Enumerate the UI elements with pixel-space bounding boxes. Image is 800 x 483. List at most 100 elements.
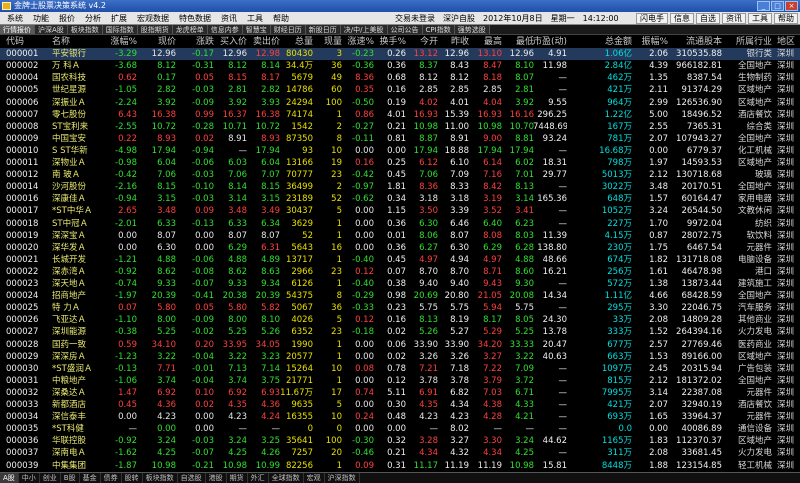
column-header[interactable]: 换手% bbox=[376, 36, 406, 48]
market-tab[interactable]: 债券 bbox=[101, 473, 122, 483]
table-row[interactable]: 000026 飞亚达Ａ -1.10 8.00 -0.09 8.00 8.10 4026 5 0.1… bbox=[0, 314, 800, 326]
menu-item[interactable]: 功能 bbox=[28, 12, 54, 25]
toolbar-button[interactable]: 帮助 bbox=[774, 13, 798, 24]
table-row[interactable]: 000020 深华发Ａ 0.00 6.30 0.00 6.29 6.31 5643 16 0.00… bbox=[0, 242, 800, 254]
table-row[interactable]: 000012 南 玻Ａ -0.42 7.06 -0.03 7.06 7.07 70777 23-… bbox=[0, 169, 800, 181]
market-tab[interactable]: 股转 bbox=[122, 473, 143, 483]
function-tab[interactable]: 财经日历 bbox=[270, 25, 306, 34]
table-row[interactable]: 000031 中粮地产 -1.06 3.74 -0.04 3.74 3.75 21771 1 0.… bbox=[0, 375, 800, 387]
table-row[interactable]: 000017 *ST中华Ａ 2.65 3.48 0.09 3.48 3.49 30437 5 0.… bbox=[0, 205, 800, 217]
function-tab[interactable]: 国际指数 bbox=[102, 25, 138, 34]
function-tab[interactable]: 智慧宝 bbox=[242, 25, 271, 34]
column-header[interactable]: 总量 bbox=[277, 36, 313, 48]
function-tab[interactable]: 行情报价 bbox=[0, 25, 35, 34]
column-header[interactable]: 最低 bbox=[502, 36, 534, 48]
menu-item[interactable]: 扩展 bbox=[106, 12, 132, 25]
column-header[interactable]: 涨跌 bbox=[180, 36, 214, 48]
function-tab[interactable]: 决/中/上美股 bbox=[340, 25, 388, 34]
minimize-icon[interactable]: _ bbox=[757, 1, 770, 11]
market-tab[interactable]: 全球指数 bbox=[269, 473, 304, 483]
market-tab[interactable]: 外汇 bbox=[248, 473, 269, 483]
table-row[interactable]: 000004 国农科技 0.62 0.17 0.05 8.15 8.17 5679 49 8.36… bbox=[0, 72, 800, 84]
function-tab[interactable]: 信息内参 bbox=[207, 25, 243, 34]
function-tab[interactable]: 板块指数 bbox=[67, 25, 103, 34]
table-row[interactable]: 000028 国药一致 0.59 34.10 0.20 33.95 34.05 1990 1 0.… bbox=[0, 339, 800, 351]
column-header[interactable]: 流通股本 bbox=[670, 36, 722, 48]
column-header[interactable]: 最高 bbox=[470, 36, 502, 48]
market-tab[interactable]: B股 bbox=[61, 473, 80, 483]
table-row[interactable]: 000037 深南电Ａ -1.62 4.25 -0.07 4.25 4.26 7257 20 -0… bbox=[0, 447, 800, 459]
table-row[interactable]: 000006 深振业Ａ -2.24 3.92 -0.09 3.92 3.93 24294 100… bbox=[0, 97, 800, 109]
function-tab[interactable]: CPI指数 bbox=[422, 25, 455, 34]
column-header[interactable]: 振幅% bbox=[636, 36, 668, 48]
function-tab[interactable]: 公司公告 bbox=[387, 25, 423, 34]
table-row[interactable]: 000011 深物业Ａ -0.98 6.04 -0.06 6.03 6.04 13166 19 0… bbox=[0, 157, 800, 169]
close-icon[interactable]: × bbox=[785, 1, 798, 11]
toolbar-button[interactable]: 信息 bbox=[670, 13, 694, 24]
market-tab[interactable]: 创业 bbox=[40, 473, 61, 483]
menu-item[interactable]: 系统 bbox=[2, 12, 28, 25]
toolbar-button[interactable]: 资讯 bbox=[722, 13, 746, 24]
function-tab[interactable]: 强势选股 bbox=[454, 25, 490, 34]
table-row[interactable]: 000027 深圳能源 -0.38 5.25 -0.02 5.25 5.26 6352 23 -0… bbox=[0, 326, 800, 338]
column-header[interactable]: 名称 bbox=[52, 36, 108, 48]
market-tab[interactable]: 基金 bbox=[80, 473, 101, 483]
column-header[interactable]: 买入价 bbox=[215, 36, 247, 48]
market-tab[interactable]: A股 bbox=[0, 473, 19, 483]
table-row[interactable]: 000016 深康佳Ａ -0.94 3.15 -0.03 3.14 3.15 23189 52-… bbox=[0, 193, 800, 205]
function-tab[interactable]: 股指期货 bbox=[137, 25, 173, 34]
column-header[interactable]: 地区 bbox=[777, 36, 800, 48]
menu-item[interactable]: 宏观数据 bbox=[132, 12, 174, 25]
column-header[interactable]: 所属行业 bbox=[724, 36, 772, 48]
table-row[interactable]: 000001 平安银行 -3.29 12.96 -0.17 12.96 12.98 80430… bbox=[0, 48, 800, 61]
column-header[interactable]: 涨幅% bbox=[103, 36, 137, 48]
table-row[interactable]: 000002 万 科Ａ -3.68 8.12 -0.31 8.12 8.14 34.4万 36-… bbox=[0, 60, 800, 72]
column-header[interactable]: 今开 bbox=[406, 36, 438, 48]
menu-item[interactable]: 资讯 bbox=[216, 12, 242, 25]
table-row[interactable]: 000036 华联控股 -0.92 3.24 -0.03 3.24 3.25 35641 100… bbox=[0, 435, 800, 447]
table-row[interactable]: 000025 特 力Ａ 0.07 5.80 0.05 5.80 5.82 5067 36 -0.3… bbox=[0, 302, 800, 314]
table-row[interactable]: 000032 深桑达Ａ 1.47 6.92 0.10 6.92 6.93 11.67万 17 0.… bbox=[0, 387, 800, 399]
table-row[interactable]: 000021 长城开发 -1.21 4.88 -0.06 4.88 4.89 13717 1 -0… bbox=[0, 254, 800, 266]
table-row[interactable]: 000023 深天地Ａ -0.74 9.33 -0.07 9.33 9.34 6126 1 -0.… bbox=[0, 278, 800, 290]
table-row[interactable]: 000022 深赤湾Ａ -0.92 8.62 -0.08 8.62 8.63 2966 23 0.… bbox=[0, 266, 800, 278]
market-tab[interactable]: 期货 bbox=[227, 473, 248, 483]
table-row[interactable]: 000005 世纪星源 -1.05 2.82 -0.03 2.81 2.82 14786 60 0… bbox=[0, 84, 800, 96]
function-tab[interactable]: 新股日历 bbox=[305, 25, 341, 34]
market-tab[interactable]: 沪深指数 bbox=[325, 473, 360, 483]
table-row[interactable]: 000024 招商地产 -1.97 20.39 -0.41 20.38 20.39 54375… bbox=[0, 290, 800, 302]
toolbar-button[interactable]: 闪电手 bbox=[636, 13, 668, 24]
menu-item[interactable]: 特色数据 bbox=[174, 12, 216, 25]
table-row[interactable]: 000039 中集集团 -1.87 10.98 -0.21 10.98 10.99 82256… bbox=[0, 460, 800, 472]
table-row[interactable]: 000018 ST中冠Ａ -2.01 6.33 -0.13 6.33 6.34 3629 1 0.… bbox=[0, 218, 800, 230]
menu-item[interactable]: 分析 bbox=[80, 12, 106, 25]
function-tab[interactable]: 龙虎榜单 bbox=[172, 25, 208, 34]
column-header[interactable]: 现价 bbox=[140, 36, 176, 48]
market-tab[interactable]: 自选股 bbox=[178, 473, 206, 483]
table-row[interactable]: 000009 中国宝安 0.22 8.93 0.02 8.91 8.93 87350 8 -0.1… bbox=[0, 133, 800, 145]
column-header[interactable]: 市盈(动) bbox=[533, 36, 567, 48]
table-row[interactable]: 000034 深信泰丰 0.00 4.23 0.00 4.23 4.24 16355 10 0.2… bbox=[0, 411, 800, 423]
table-row[interactable]: 000035 *ST科健 — 0.00 0.00 — — 0 0 0.00 0.00 — 8.02 — — —… bbox=[0, 423, 800, 435]
menu-item[interactable]: 帮助 bbox=[268, 12, 294, 25]
column-header[interactable]: 总金额 bbox=[592, 36, 632, 48]
column-header[interactable]: 卖出价 bbox=[248, 36, 280, 48]
column-header[interactable]: 昨收 bbox=[439, 36, 469, 48]
function-tab[interactable]: 沪深A股 bbox=[35, 25, 68, 34]
column-header[interactable]: 现量 bbox=[314, 36, 342, 48]
column-header[interactable]: 涨速% bbox=[344, 36, 374, 48]
table-row[interactable]: 000033 新都酒店 0.45 4.36 0.02 4.35 4.36 9635 5 0.00 0… bbox=[0, 399, 800, 411]
table-row[interactable]: 000030 *ST盛润Ａ -0.13 7.71 -0.01 7.13 7.14 15264 1… bbox=[0, 363, 800, 375]
toolbar-button[interactable]: 工具 bbox=[748, 13, 772, 24]
table-row[interactable]: 000010 S ST华新 -4.98 17.94 -0.94 — 17.94 93 10 0.0… bbox=[0, 145, 800, 157]
menu-item[interactable]: 报价 bbox=[54, 12, 80, 25]
market-tab[interactable]: 板块指数 bbox=[143, 473, 178, 483]
column-header[interactable]: 代码 bbox=[6, 36, 50, 48]
table-row[interactable]: 000029 深深房Ａ -1.23 3.22 -0.04 3.22 3.23 20577 1 0.… bbox=[0, 351, 800, 363]
toolbar-button[interactable]: 自选 bbox=[696, 13, 720, 24]
menu-item[interactable]: 工具 bbox=[242, 12, 268, 25]
market-tab[interactable]: 港股 bbox=[206, 473, 227, 483]
table-row[interactable]: 000008 ST宝利来 -2.55 10.72 -0.28 10.71 10.72 1542… bbox=[0, 121, 800, 133]
market-tab[interactable]: 宏观 bbox=[304, 473, 325, 483]
table-row[interactable]: 000019 深深宝Ａ 0.00 8.07 0.00 8.07 8.07 52 1 0.00 0.0… bbox=[0, 230, 800, 242]
